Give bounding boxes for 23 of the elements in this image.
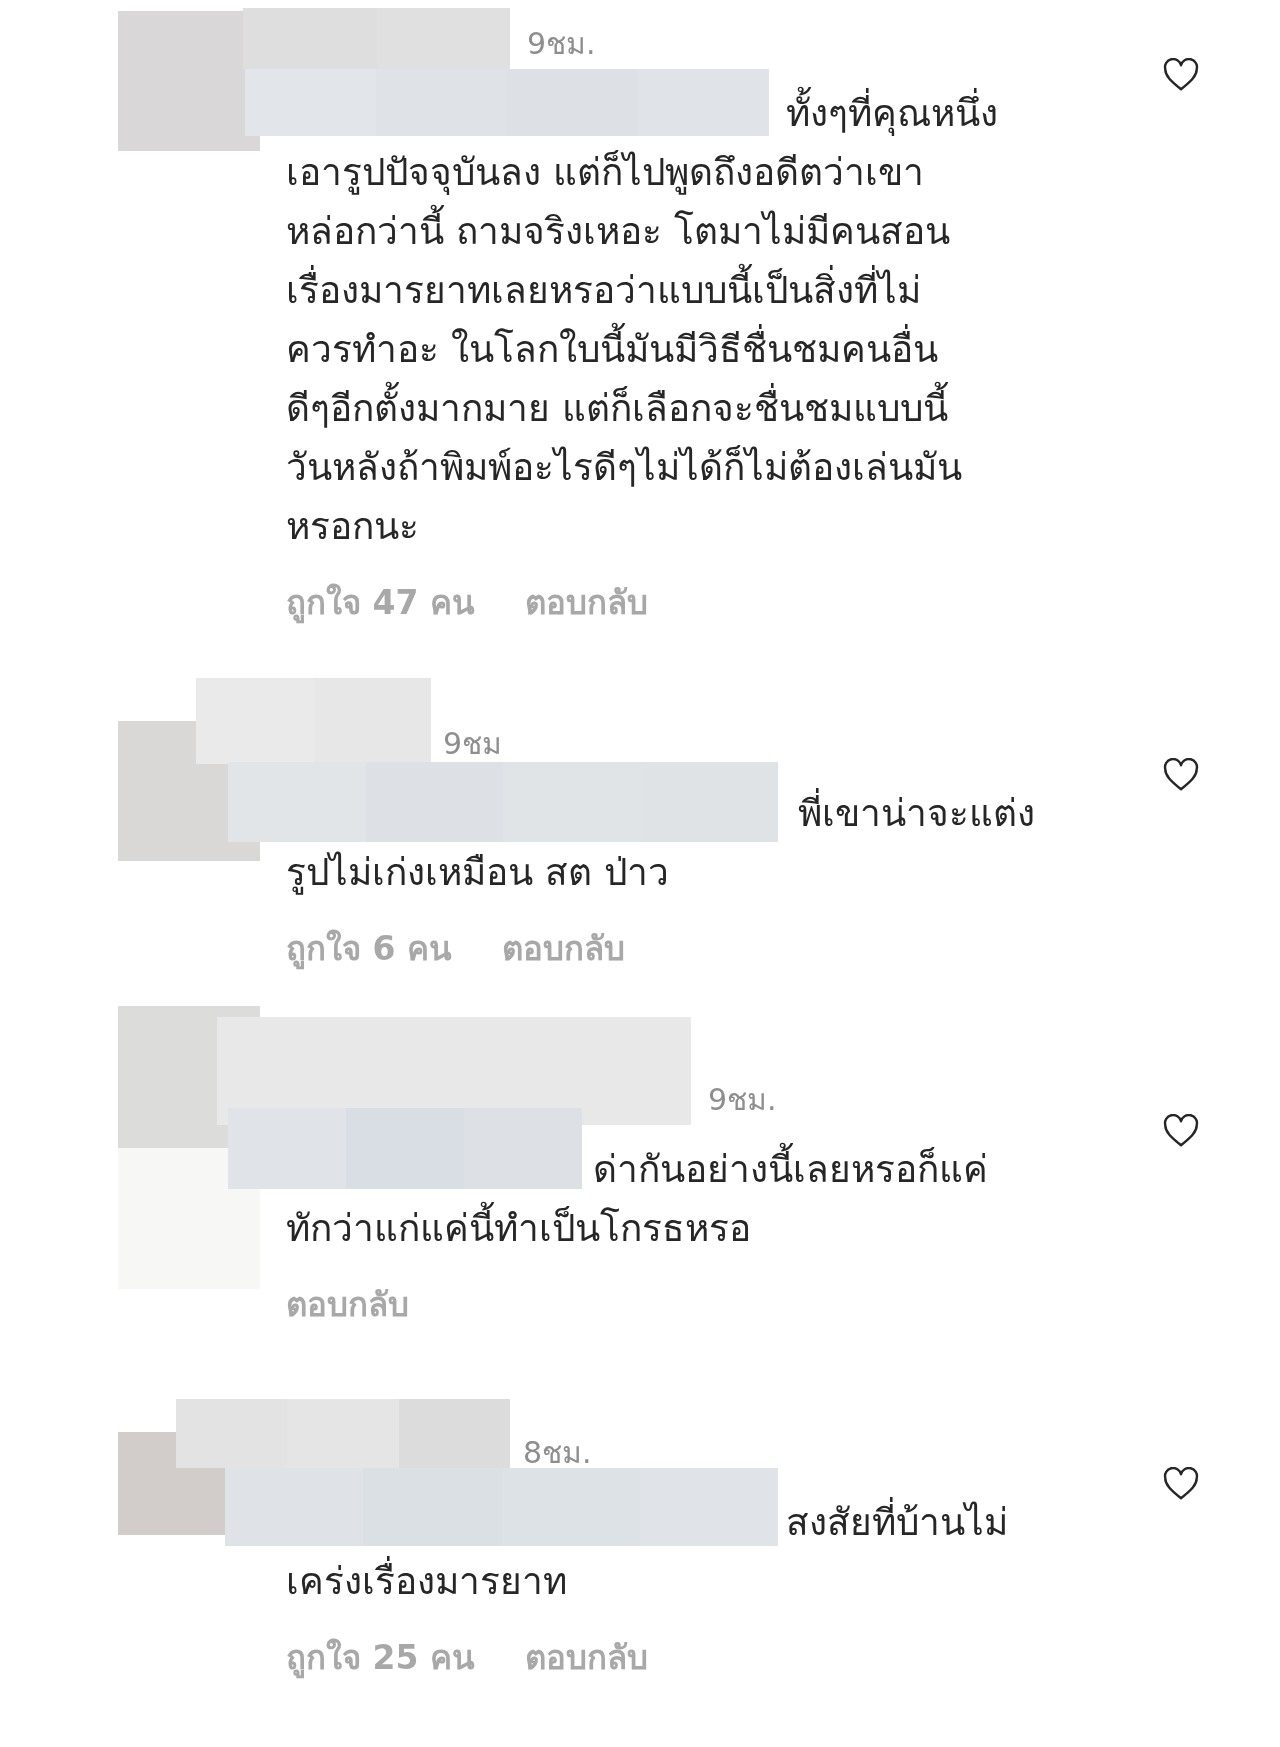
comment-text: ด่ากันอย่างนี้เลยหรอก็แค่	[593, 1140, 988, 1199]
heart-icon[interactable]	[1163, 1114, 1199, 1148]
heart-icon[interactable]	[1163, 1467, 1199, 1501]
comment-text: ทั้งๆที่คุณหนึ่ง	[786, 84, 998, 143]
comment-text: สงสัยที่บ้านไม่	[786, 1493, 1008, 1552]
comment-time: 9ชม.	[708, 1081, 777, 1119]
like-count[interactable]: ถูกใจ 6 คน	[286, 929, 452, 969]
reply-link[interactable]: ตอบกลับ	[524, 1638, 648, 1678]
reply-link[interactable]: ตอบกลับ	[501, 929, 625, 969]
comment-text: รูปไม่เก่งเหมือน สต ป่าว	[286, 850, 669, 897]
comment-text: ทักว่าแก่แค่นี้ทำเป็นโกรธหรอ	[286, 1199, 751, 1258]
reply-link[interactable]: ตอบกลับ	[286, 1285, 409, 1325]
reply-link[interactable]: ตอบกลับ	[524, 583, 648, 623]
comment-text: เคร่งเรื่องมารยาท	[286, 1552, 567, 1611]
like-count[interactable]: ถูกใจ 47 คน	[286, 583, 475, 623]
comment-time: 8ชม.	[523, 1434, 592, 1472]
comment-text: เอารูปปัจจุบันลง แต่ก็ไปพูดถึงอดีตว่าเขา หล่อกว่านี้ ถามจริงเหอะ โตมาไม่มีคนสอน เรื่องมารยาทเลยหรอว่าแบบนี้เป็นสิ่งที่ไม่ ควรทำอะ ในโลกใบนี้มันมีวิธีชื่นชมคนอื่น ดีๆอีกตั้งมากมาย แต่ก็เลือกจะชื่นชมแบบนี้ วันหลังถ้าพิมพ์อะไรดีๆไม่ได้ก็ไม่ต้องเล่นมัน หรอกนะ	[286, 149, 962, 550]
heart-icon[interactable]	[1163, 758, 1199, 792]
comment-time: 9ชม	[443, 725, 503, 763]
comment-time: 9ชม.	[527, 25, 596, 63]
heart-icon[interactable]	[1163, 58, 1199, 92]
like-count[interactable]: ถูกใจ 25 คน	[286, 1638, 475, 1678]
comment-text: พี่เขาน่าจะแต่ง	[798, 784, 1035, 843]
